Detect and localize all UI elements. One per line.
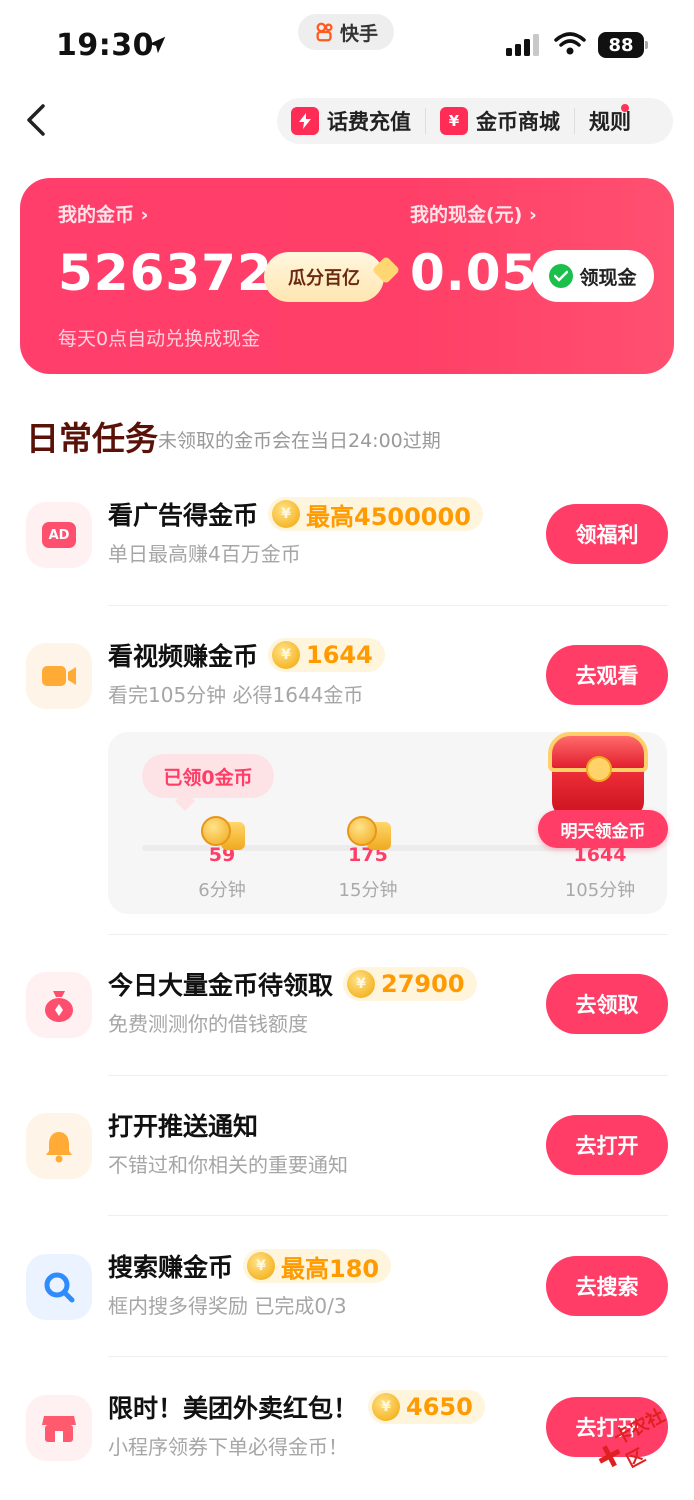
search-icon — [26, 1254, 92, 1320]
task-watch-video: 看视频赚金币 ¥ 1644 看完105分钟 必得1644金币 去观看 — [26, 613, 668, 723]
status-time: 19:30 — [56, 28, 154, 63]
milestone-time: 105分钟 — [564, 880, 636, 901]
search-button[interactable]: 去搜索 — [546, 1256, 668, 1316]
wechat-icon — [549, 264, 574, 288]
task-title: 今日大量金币待领取 — [108, 971, 334, 1000]
milestone: 175 15分钟 — [328, 816, 408, 902]
task-push-notifications: 打开推送通知 不错过和你相关的重要通知 去打开 — [26, 1083, 668, 1193]
task-description: 免费测测你的借钱额度 — [108, 1012, 308, 1036]
task-description: 框内搜多得奖励 已完成0/3 — [108, 1294, 347, 1318]
claim-button[interactable]: 去领取 — [546, 974, 668, 1034]
video-icon — [26, 643, 92, 709]
task-search: 搜索赚金币 ¥ 最高180 框内搜多得奖励 已完成0/3 去搜索 — [26, 1224, 668, 1334]
milestone: 59 6分钟 — [182, 816, 262, 902]
kuaishou-logo-icon — [316, 22, 333, 42]
reward-badge: ¥ 最高180 — [243, 1249, 392, 1283]
task-claim-coins: 今日大量金币待领取 ¥ 27900 免费测测你的借钱额度 去领取 — [26, 942, 668, 1052]
coin-icon: ¥ — [272, 500, 301, 528]
divider — [108, 605, 668, 606]
coin-icon: ¥ — [347, 970, 376, 998]
reward-amount: 4650 — [406, 1393, 473, 1421]
reward-amount: 最高4500000 — [306, 502, 471, 531]
chest-badge[interactable]: 明天领金币 — [538, 810, 668, 848]
reward-amount: 最高180 — [281, 1254, 380, 1283]
coin-stack-icon — [197, 816, 247, 852]
money-bag-icon — [26, 972, 92, 1038]
ticket-icon: ¥ — [440, 107, 468, 135]
task-watch-ads: AD 看广告得金币 ¥ 最高4500000 单日最高赚4百万金币 领福利 — [26, 472, 668, 582]
recharge-label: 话费充值 — [327, 110, 411, 134]
coin-mall-button[interactable]: ¥ 金币商城 — [426, 98, 574, 144]
reward-badge: ¥ 27900 — [343, 967, 477, 1001]
task-title: 看广告得金币 — [108, 501, 259, 530]
exchange-note: 每天0点自动兑换成现金 — [58, 328, 261, 350]
task-description: 单日最高赚4百万金币 — [108, 542, 301, 566]
get-cash-label: 领现金 — [579, 266, 637, 289]
claim-welfare-button[interactable]: 领福利 — [546, 504, 668, 564]
get-cash-button[interactable]: 领现金 — [532, 250, 654, 302]
top-actions: 话费充值 ¥ 金币商城 规则 — [277, 98, 673, 144]
reward-badge: ¥ 1644 — [268, 638, 385, 672]
milestone-time: 6分钟 — [198, 880, 246, 901]
chevron-left-icon — [27, 104, 45, 136]
open-notifications-button[interactable]: 去打开 — [546, 1115, 668, 1175]
task-title: 限时！美团外卖红包！ — [108, 1394, 359, 1423]
bell-icon — [26, 1113, 92, 1179]
ad-icon: AD — [26, 502, 92, 568]
divider — [108, 1215, 668, 1216]
coin-icon: ¥ — [247, 1252, 276, 1280]
notification-dot — [621, 104, 629, 112]
lightning-icon — [291, 107, 319, 135]
task-title: 看视频赚金币 — [108, 642, 259, 671]
coin-balance: 526372 — [58, 244, 273, 302]
divider — [108, 934, 668, 935]
cellular-signal-icon — [506, 34, 539, 56]
task-title: 打开推送通知 — [108, 1112, 259, 1141]
watch-button[interactable]: 去观看 — [546, 645, 668, 705]
back-button[interactable] — [18, 98, 54, 142]
balance-card: 我的金币 › 我的现金(元) › 526372 瓜分百亿 0.05 领现金 每天… — [20, 178, 674, 374]
task-description: 小程序领券下单必得金币！ — [108, 1435, 348, 1459]
section-title: 日常任务 — [26, 419, 158, 458]
coin-icon: ¥ — [372, 1393, 401, 1421]
task-meituan: 限时！美团外卖红包！ ¥ 4650 小程序领券下单必得金币！ 去打开 — [26, 1365, 668, 1475]
rules-button[interactable]: 规则 — [575, 98, 645, 144]
cash-balance: 0.05 — [410, 244, 538, 302]
my-coins-link[interactable]: 我的金币 › — [58, 200, 148, 227]
status-bar: 19:30 快手 88 — [0, 0, 694, 80]
coin-icon: ¥ — [272, 641, 301, 669]
share-badge[interactable]: 瓜分百亿 — [264, 252, 384, 302]
reward-badge: ¥ 最高4500000 — [268, 497, 483, 531]
divider — [108, 1075, 668, 1076]
video-progress-panel: 已领0金币 59 6分钟 175 15分钟 1644 105分钟 明天领金币 — [108, 732, 668, 914]
task-description: 不错过和你相关的重要通知 — [108, 1153, 348, 1177]
divider — [108, 1356, 668, 1357]
store-icon — [26, 1395, 92, 1461]
section-subtitle: 未领取的金币会在当日24:00过期 — [158, 430, 441, 452]
reward-amount: 27900 — [381, 970, 465, 998]
coin-stack-icon — [343, 816, 393, 852]
reward-badge: ¥ 4650 — [368, 1390, 485, 1424]
my-cash-link[interactable]: 我的现金(元) › — [410, 200, 537, 227]
app-pill-label: 快手 — [339, 22, 378, 45]
collected-bubble: 已领0金币 — [142, 754, 274, 798]
recharge-button[interactable]: 话费充值 — [277, 98, 425, 144]
location-arrow-icon — [148, 36, 166, 54]
reward-amount: 1644 — [306, 641, 373, 669]
task-title: 搜索赚金币 — [108, 1253, 234, 1282]
wifi-icon — [554, 32, 586, 55]
app-pill[interactable]: 快手 — [298, 14, 394, 50]
task-description: 看完105分钟 必得1644金币 — [108, 683, 364, 707]
coin-mall-label: 金币商城 — [476, 110, 560, 134]
milestone-time: 15分钟 — [338, 880, 398, 901]
battery-icon: 88 — [598, 32, 648, 58]
battery-level: 88 — [598, 32, 644, 58]
